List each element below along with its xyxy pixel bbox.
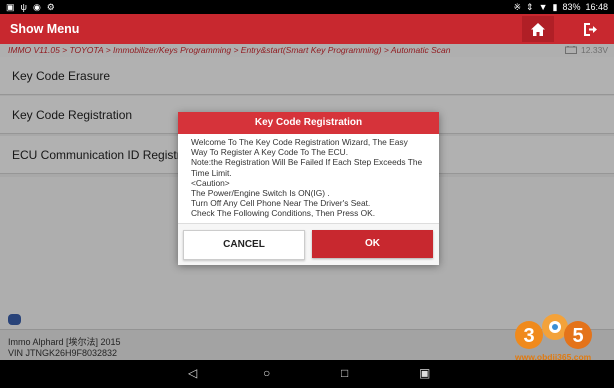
dialog-line: Way To Register A Key Code To The ECU. — [191, 147, 349, 158]
notification-icon: ▣ — [6, 2, 15, 12]
nav-screenshot-icon[interactable]: ▣ — [419, 366, 430, 380]
battery-level: 83% — [562, 2, 581, 12]
dialog-line: The Power/Engine Switch Is ON(IG) . — [191, 188, 330, 199]
dialog-line: Time Limit. — [191, 167, 232, 178]
page-title: Show Menu — [10, 22, 80, 36]
navigation-bar: ◁ ○ □ ▣ — [0, 360, 614, 388]
exit-button[interactable] — [574, 16, 606, 42]
nav-home-icon[interactable]: ○ — [263, 366, 270, 380]
home-icon — [531, 22, 545, 36]
ok-button[interactable]: OK — [312, 230, 433, 258]
status-bar: ▣ ψ ◉ ⚙ ※ ⇕ ▼ ▮ 83% 16:48 — [0, 0, 614, 14]
key-code-registration-dialog: Key Code Registration Welcome To The Key… — [178, 112, 439, 265]
exit-icon — [584, 22, 597, 36]
dialog-line: Welcome To The Key Code Registration Wiz… — [191, 137, 408, 147]
bluetooth-icon: ※ — [513, 2, 522, 12]
sync-icon: ◉ — [32, 2, 41, 12]
svg-text:5: 5 — [572, 325, 583, 347]
wifi-icon: ▼ — [538, 2, 548, 12]
dialog-line: Turn Off Any Cell Phone Near The Driver'… — [191, 198, 371, 209]
settings-icon: ⚙ — [46, 2, 55, 12]
title-bar: Show Menu — [0, 14, 614, 44]
clock: 16:48 — [585, 2, 608, 12]
dialog-line: <Caution> — [191, 177, 230, 188]
nav-back-icon[interactable]: ◁ — [188, 366, 197, 380]
dialog-line: Note:the Registration Will Be Failed If … — [191, 157, 423, 168]
dialog-line: Check The Following Conditions, Then Pre… — [191, 208, 376, 219]
dialog-message: Welcome To The Key Code Registration Wiz… — [191, 137, 429, 219]
cancel-button[interactable]: CANCEL — [183, 230, 305, 260]
nav-recents-icon[interactable]: □ — [341, 366, 348, 380]
svg-text:3: 3 — [523, 325, 534, 347]
home-button[interactable] — [522, 16, 554, 42]
dialog-title: Key Code Registration — [178, 112, 439, 134]
dialog-button-row: CANCEL OK — [178, 223, 439, 265]
network-icon: ⇕ — [526, 2, 534, 12]
usb-icon: ψ — [20, 2, 27, 12]
battery-icon: ▮ — [552, 2, 558, 12]
